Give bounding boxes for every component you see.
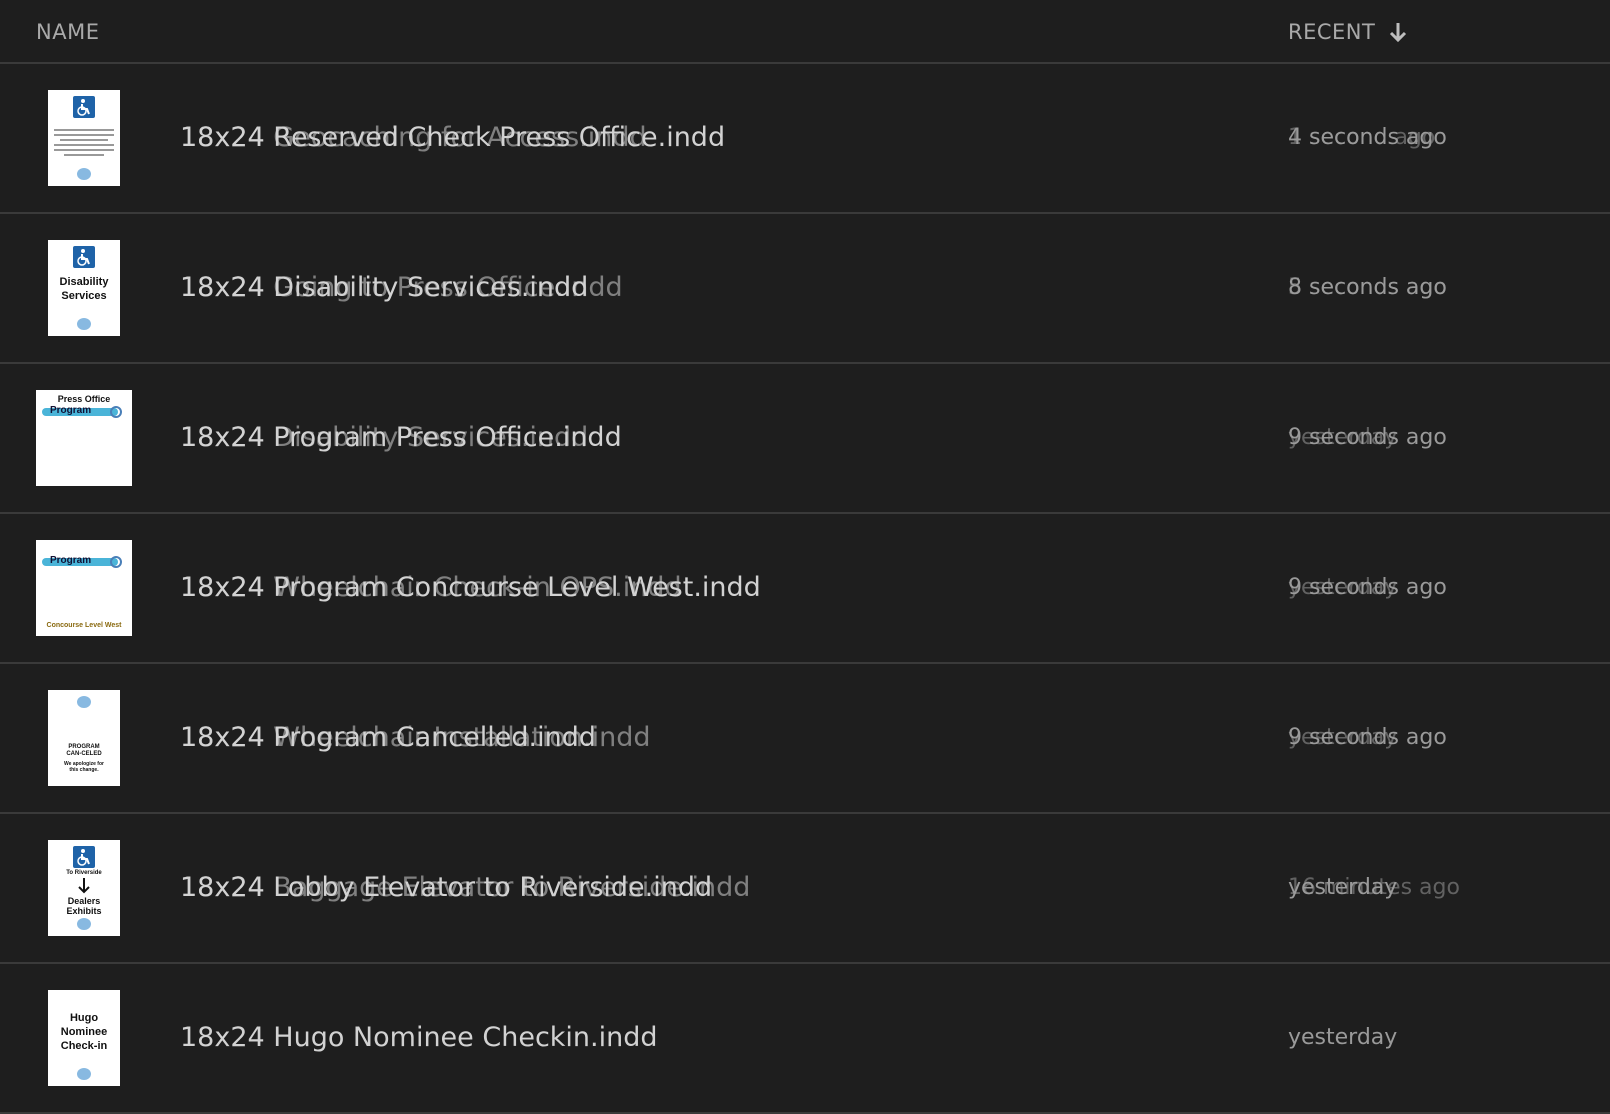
wheelchair-icon [73, 96, 95, 118]
file-thumbnail: Program Concourse Level West [36, 540, 132, 636]
file-row[interactable]: Disability Services 18x24 Disability Ser… [0, 214, 1610, 364]
file-row[interactable]: Program Concourse Level West 18x24 Progr… [0, 514, 1610, 664]
thumbnail-subtitle-2: Exhibits [66, 906, 102, 916]
file-name-overlap: 18x24 Geocaching for Access.indd [180, 122, 647, 153]
thumbnail-subtitle: Services [61, 290, 107, 302]
thumbnail-subtitle: CAN-CELED [66, 751, 102, 757]
thumbnail-title: Disability [59, 276, 109, 288]
file-thumbnail: Hugo Nominee Check-in [48, 990, 120, 1086]
thumbnail-subtitle-2: Check-in [60, 1040, 108, 1052]
file-row[interactable]: To Riverside Dealers Exhibits 18x24 Lobb… [0, 814, 1610, 964]
thumbnail-title: To Riverside [66, 870, 102, 876]
file-row[interactable]: 18x24 Reserved Check Press Office.indd 1… [0, 64, 1610, 214]
file-modified-time-overlap: 16 minutes ago [1288, 875, 1460, 900]
file-thumbnail: Disability Services [48, 240, 120, 336]
file-name-overlap: 18x24 Going to Press Office.indd [180, 272, 623, 303]
wheelchair-icon [73, 246, 95, 268]
file-thumbnail: PROGRAM CAN-CELED We apologize for this … [48, 690, 120, 786]
recent-column-label: RECENT [1288, 20, 1376, 44]
list-header: NAME RECENT [0, 0, 1610, 64]
file-name-overlap: 18x24 Baggage Elevator to Riverside.indd [180, 872, 751, 903]
arrow-down-icon [1390, 23, 1407, 43]
thumbnail-subtitle: Nominee [60, 1026, 108, 1038]
name-column-header[interactable]: NAME [36, 20, 99, 44]
thumbnail-subtitle: Dealers [67, 896, 101, 906]
file-row[interactable]: Hugo Nominee Check-in 18x24 Hugo Nominee… [0, 964, 1610, 1114]
thumbnail-program-label: Program [50, 555, 92, 566]
file-modified-time-overlap: yesterday [1288, 725, 1398, 750]
file-thumbnail: To Riverside Dealers Exhibits [48, 840, 120, 936]
arrow-down-icon [78, 878, 90, 894]
file-thumbnail: Press Office Program [36, 390, 132, 486]
wheelchair-icon [73, 846, 95, 868]
thumbnail-title: PROGRAM [68, 744, 100, 750]
thumbnail-program-label: Program [50, 405, 92, 416]
thumbnail-title: Press Office [57, 394, 111, 404]
file-modified-time-overlap: yesterday [1288, 575, 1398, 600]
logo-icon [110, 406, 122, 418]
file-name: 18x24 Hugo Nominee Checkin.indd [180, 1022, 658, 1053]
file-modified-time-overlap: 1 second ago [1288, 125, 1436, 150]
file-name-overlap: 18x24 Wheelchair Installation.indd [180, 722, 651, 753]
logo-icon [110, 556, 122, 568]
thumbnail-title: Hugo [69, 1012, 99, 1024]
logo-icon [77, 1068, 91, 1080]
logo-icon [77, 168, 91, 180]
logo-icon [77, 318, 91, 330]
file-thumbnail [48, 90, 120, 186]
thumbnail-text-lines [54, 126, 114, 159]
logo-icon [77, 696, 91, 708]
file-list: 18x24 Reserved Check Press Office.indd 1… [0, 64, 1610, 1114]
recent-column-header[interactable]: RECENT [1288, 20, 1407, 44]
file-row[interactable]: Press Office Program 18x24 Program Press… [0, 364, 1610, 514]
file-modified-time-overlap: yesterday [1288, 425, 1398, 450]
thumbnail-footer: Concourse Level West [46, 622, 122, 629]
file-name-overlap: 18x24 Wheelchair Check-in OPS.indd [180, 572, 682, 603]
file-modified-time-overlap: 5 seconds ago [1288, 275, 1447, 300]
thumbnail-note-2: this change. [69, 767, 99, 773]
file-row[interactable]: PROGRAM CAN-CELED We apologize for this … [0, 664, 1610, 814]
file-name-overlap: 18x24 Disability Services.indd [180, 422, 589, 453]
logo-icon [77, 918, 91, 930]
file-modified-time: yesterday [1288, 1025, 1398, 1050]
